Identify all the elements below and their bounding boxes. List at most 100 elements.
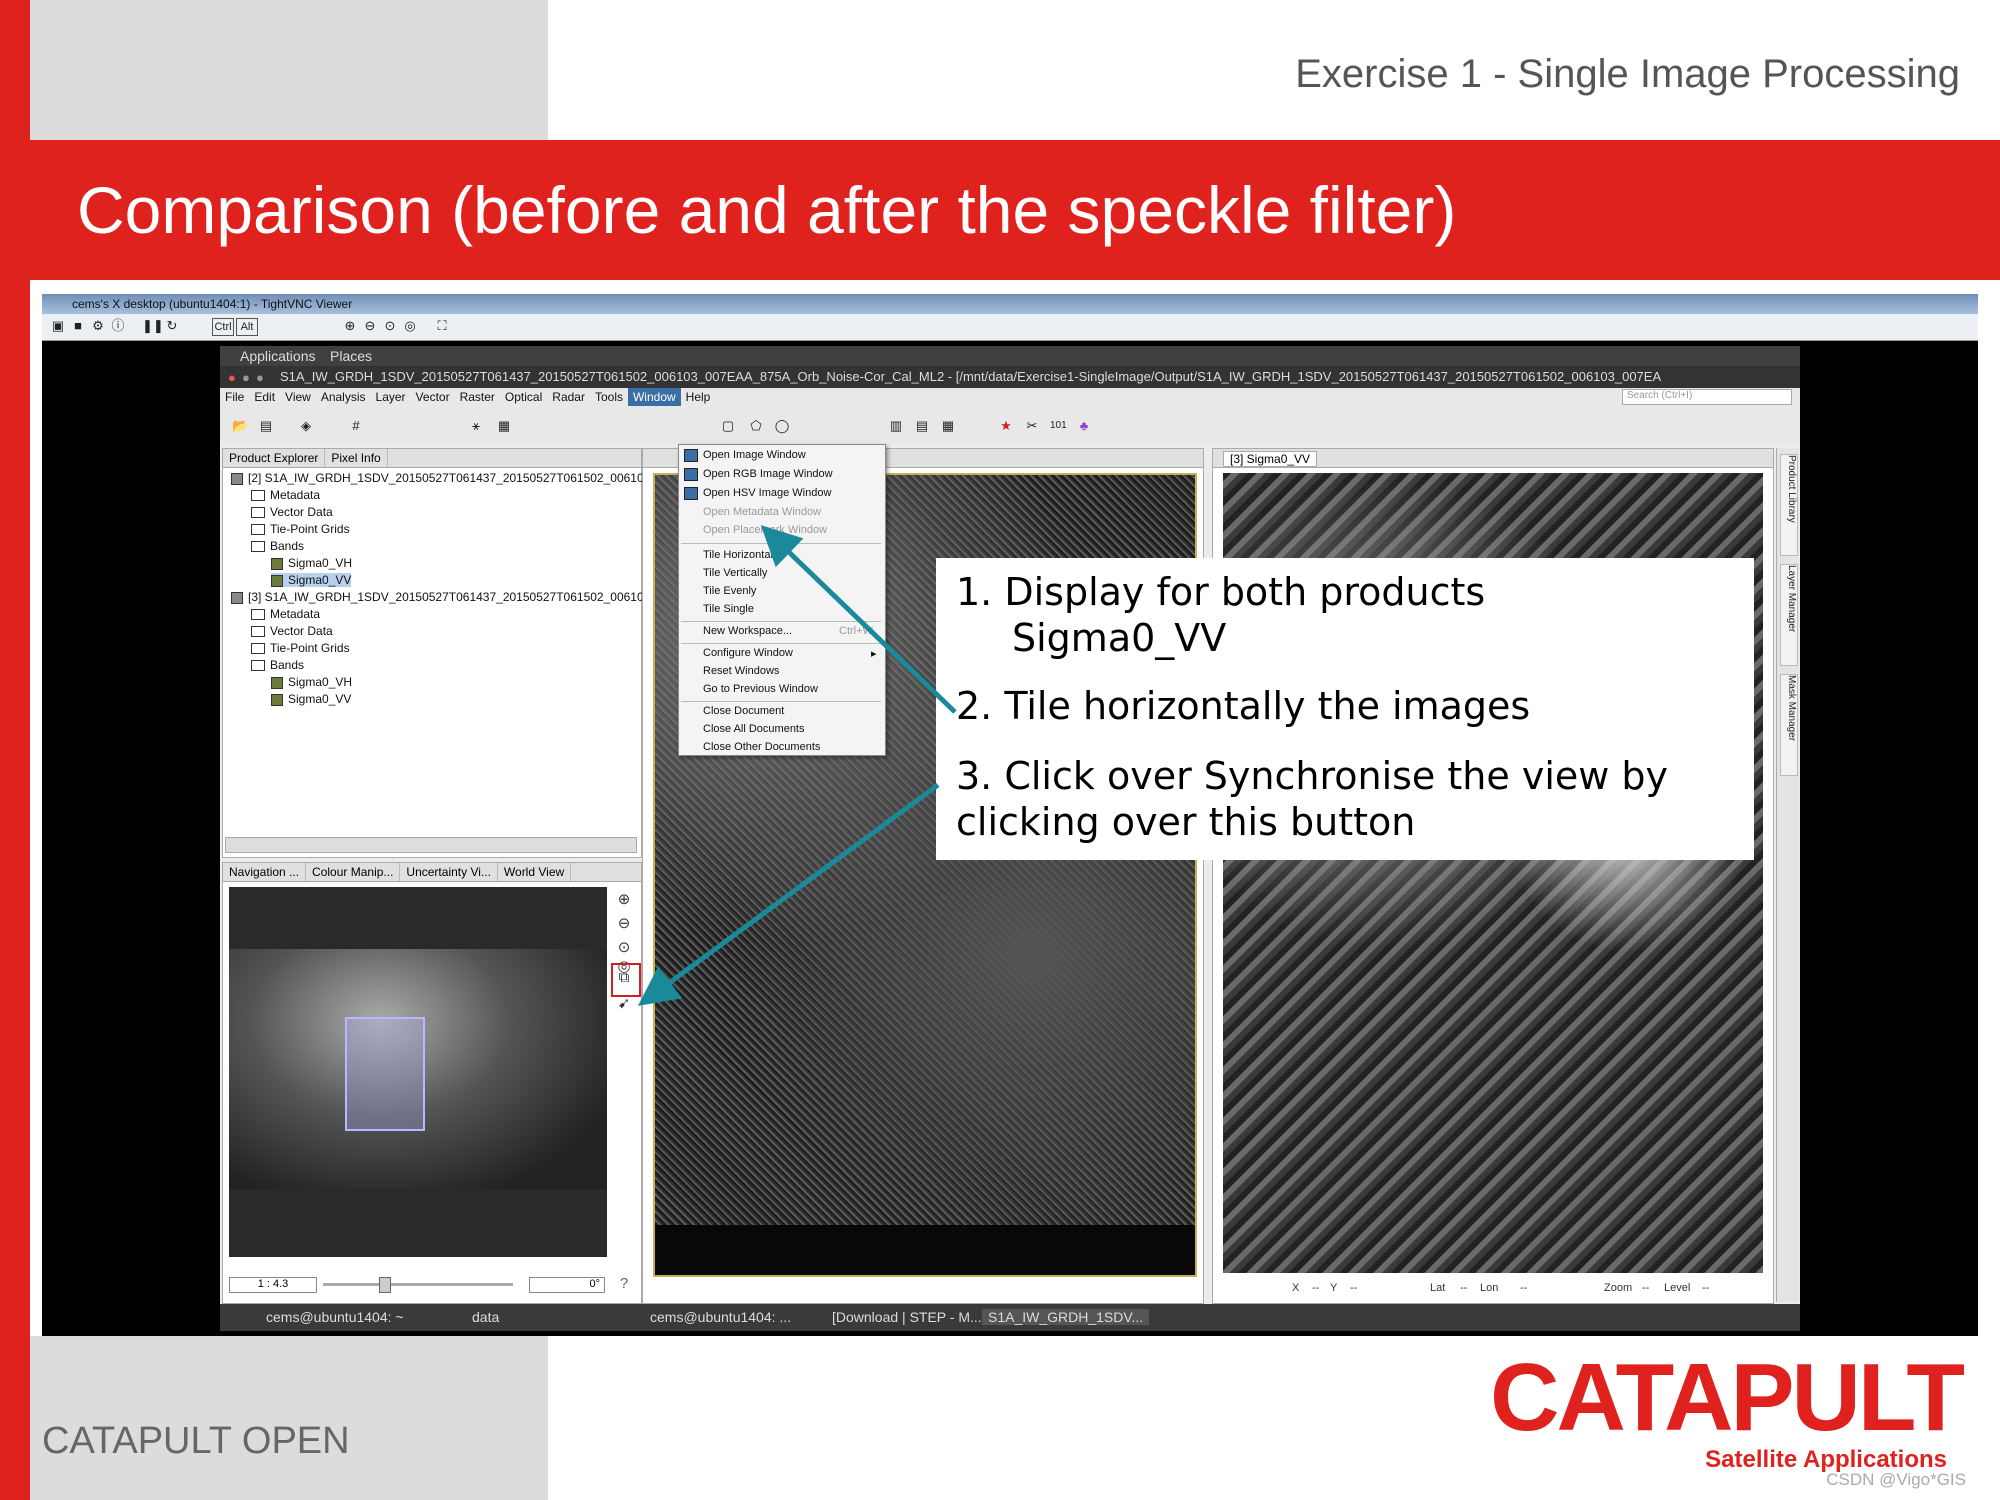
menu-tools[interactable]: Tools: [590, 388, 628, 406]
info-icon[interactable]: ⓘ: [110, 318, 126, 334]
tab-navigation[interactable]: Navigation ...: [223, 863, 307, 881]
tab-colour-manipulation[interactable]: Colour Manip...: [306, 863, 401, 881]
horizontal-scrollbar[interactable]: [225, 837, 637, 853]
tree-tie-point-grids[interactable]: Tie-Point Grids: [251, 641, 350, 655]
tile-horizontal-icon[interactable]: ▤: [914, 418, 930, 434]
menu-close-document[interactable]: Close Document: [703, 705, 784, 717]
taskbar-data-folder[interactable]: data: [472, 1309, 499, 1325]
tree-band-sigma0-vv[interactable]: Sigma0_VV: [271, 692, 351, 706]
zoom-slider[interactable]: [323, 1283, 513, 1286]
alt-key-button[interactable]: Alt: [236, 318, 258, 336]
rectangle-tool-icon[interactable]: ▢: [720, 418, 736, 434]
save-product-icon[interactable]: ▤: [258, 418, 274, 434]
viewport-rectangle[interactable]: [345, 1017, 425, 1131]
star-icon[interactable]: ★: [998, 418, 1014, 434]
tab-sigma0-vv[interactable]: [3] Sigma0_VV: [1223, 451, 1318, 467]
tree-bands[interactable]: Bands: [251, 658, 304, 672]
options-icon[interactable]: ⚙: [90, 318, 106, 334]
tab-pixel-info[interactable]: Pixel Info: [325, 449, 388, 467]
help-icon[interactable]: ?: [615, 1275, 633, 1293]
tab-product-explorer[interactable]: Product Explorer: [223, 449, 326, 467]
binary-icon[interactable]: 101: [1050, 418, 1067, 434]
menu-window[interactable]: Window: [627, 388, 681, 406]
zoom-pixel-icon[interactable]: ⊙: [615, 939, 633, 957]
tab-mask-manager[interactable]: Mask Manager: [1780, 674, 1798, 776]
scale-field[interactable]: 1 : 4.3: [229, 1277, 317, 1293]
ctrl-key-button[interactable]: Ctrl: [212, 318, 234, 336]
menu-close-all-documents[interactable]: Close All Documents: [703, 723, 805, 735]
menu-analysis[interactable]: Analysis: [316, 388, 371, 406]
navigation-overview[interactable]: [229, 887, 607, 1257]
band-maths-icon[interactable]: ◈: [298, 418, 314, 434]
batch-icon[interactable]: ▦: [496, 418, 512, 434]
menu-tile-horizontally[interactable]: Tile Horizontally: [703, 549, 781, 561]
menu-close-other-documents[interactable]: Close Other Documents: [703, 741, 820, 753]
menu-tile-single[interactable]: Tile Single: [703, 603, 754, 615]
grid-icon[interactable]: #: [348, 418, 364, 434]
close-window-icon[interactable]: ●: [228, 370, 236, 385]
tree-product-3[interactable]: [3] S1A_IW_GRDH_1SDV_20150527T061437_201…: [231, 590, 644, 604]
pause-icon[interactable]: ❚❚: [142, 318, 164, 334]
tab-product-library[interactable]: Product Library: [1780, 454, 1798, 556]
menu-optical[interactable]: Optical: [500, 388, 547, 406]
tree-band-sigma0-vv[interactable]: Sigma0_VV: [271, 573, 352, 587]
menu-tile-vertically[interactable]: Tile Vertically: [703, 567, 767, 579]
tree-metadata[interactable]: Metadata: [251, 488, 320, 502]
menu-view[interactable]: View: [280, 388, 316, 406]
tile-evenly-icon[interactable]: ▦: [940, 418, 956, 434]
applications-menu[interactable]: Applications: [240, 348, 316, 364]
tree-bands[interactable]: Bands: [251, 539, 304, 553]
zoom-in-icon[interactable]: ⊕: [342, 318, 358, 334]
tile-vertical-icon[interactable]: ▥: [888, 418, 904, 434]
slider-handle[interactable]: [379, 1277, 391, 1293]
menu-reset-windows[interactable]: Reset Windows: [703, 665, 779, 677]
menu-help[interactable]: Help: [681, 388, 716, 406]
save-icon[interactable]: ■: [70, 318, 86, 334]
menu-go-to-previous-window[interactable]: Go to Previous Window: [703, 683, 818, 695]
menu-edit[interactable]: Edit: [249, 388, 280, 406]
menu-radar[interactable]: Radar: [547, 388, 590, 406]
tab-layer-manager[interactable]: Layer Manager: [1780, 564, 1798, 666]
open-product-icon[interactable]: 📂: [232, 418, 248, 434]
menu-raster[interactable]: Raster: [455, 388, 500, 406]
polygon-tool-icon[interactable]: ⬠: [748, 418, 764, 434]
fullscreen-icon[interactable]: ⛶: [434, 318, 450, 334]
taskbar-terminal-1[interactable]: cems@ubuntu1404: ~: [266, 1309, 404, 1325]
zoom-actual-icon[interactable]: ◎: [402, 318, 418, 334]
zoom-fit-icon[interactable]: ⊙: [382, 318, 398, 334]
maximize-window-icon[interactable]: ●: [256, 370, 264, 385]
tree-tie-point-grids[interactable]: Tie-Point Grids: [251, 522, 350, 536]
cluster-icon[interactable]: ♣: [1076, 418, 1092, 434]
ellipse-tool-icon[interactable]: ◯: [774, 418, 790, 434]
menu-open-rgb-image-window[interactable]: Open RGB Image Window: [703, 468, 833, 480]
minimize-window-icon[interactable]: ●: [242, 370, 250, 385]
menu-vector[interactable]: Vector: [411, 388, 455, 406]
tree-band-sigma0-vh[interactable]: Sigma0_VH: [271, 675, 352, 689]
graph-builder-icon[interactable]: ⚹: [468, 418, 484, 434]
menu-file[interactable]: File: [220, 388, 249, 406]
tree-band-sigma0-vh[interactable]: Sigma0_VH: [271, 556, 352, 570]
tree-vector-data[interactable]: Vector Data: [251, 505, 333, 519]
taskbar-snap[interactable]: S1A_IW_GRDH_1SDV...: [982, 1309, 1150, 1325]
tab-uncertainty[interactable]: Uncertainty Vi...: [400, 863, 498, 881]
refresh-icon[interactable]: ↻: [164, 318, 180, 334]
new-connection-icon[interactable]: ▣: [50, 318, 66, 334]
sync-cursor-icon[interactable]: ➹: [615, 995, 633, 1013]
tree-vector-data[interactable]: Vector Data: [251, 624, 333, 638]
rotation-field[interactable]: 0°: [529, 1277, 605, 1293]
tree-product-2[interactable]: [2] S1A_IW_GRDH_1SDV_20150527T061437_201…: [231, 471, 644, 485]
zoom-in-icon[interactable]: ⊕: [615, 891, 633, 909]
tab-world-view[interactable]: World View: [498, 863, 572, 881]
taskbar-browser[interactable]: [Download | STEP - M...: [832, 1309, 982, 1325]
menu-layer[interactable]: Layer: [371, 388, 411, 406]
sync-views-icon[interactable]: ⧉: [615, 969, 633, 987]
zoom-out-icon[interactable]: ⊖: [362, 318, 378, 334]
menu-open-image-window[interactable]: Open Image Window: [703, 449, 806, 461]
tree-metadata[interactable]: Metadata: [251, 607, 320, 621]
menu-configure-window[interactable]: Configure Window: [703, 647, 793, 659]
scissors-icon[interactable]: ✂: [1024, 418, 1040, 434]
taskbar-terminal-2[interactable]: cems@ubuntu1404: ...: [650, 1309, 791, 1325]
menu-open-hsv-image-window[interactable]: Open HSV Image Window: [703, 487, 831, 499]
search-input[interactable]: Search (Ctrl+I): [1622, 389, 1792, 405]
menu-new-workspace[interactable]: New Workspace...: [703, 625, 792, 637]
